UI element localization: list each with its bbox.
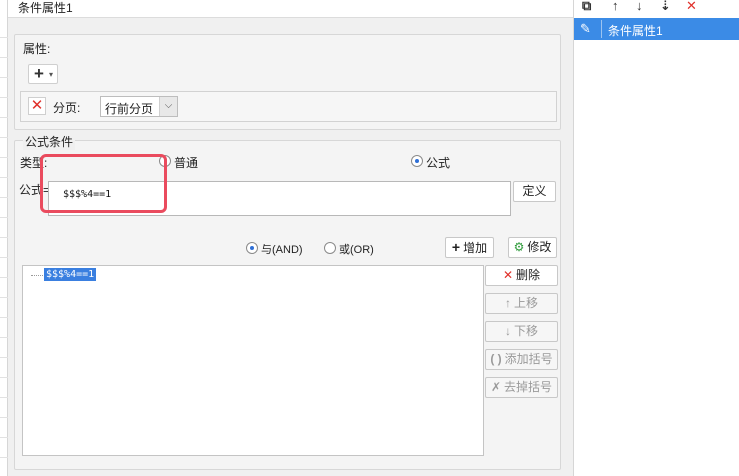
logic-and-label: 与(AND) <box>261 244 303 256</box>
tree-connector <box>31 275 43 276</box>
condition-attribute-dialog: 条件属性1 属性: + ▾ ✕ 分页: 行前分页 ⌵ 公式条件 类型: 普通 公… <box>8 0 573 476</box>
type-normal-label: 普通 <box>174 156 199 170</box>
logic-or-label: 或(OR) <box>339 244 374 256</box>
type-formula-radio[interactable] <box>411 155 423 167</box>
remove-brackets-icon: ✗ <box>490 380 502 394</box>
close-icon: ✕ <box>502 268 514 282</box>
condition-attribute-list-item[interactable]: ✎ 条件属性1 <box>574 18 739 40</box>
annotation-highlight-frame <box>40 154 167 213</box>
condition-list-panel: ⧉ ↑ ↓ ⇣ ✕ ✎ 条件属性1 <box>573 0 739 476</box>
delete-condition-button[interactable]: ✕ 删除 <box>485 265 558 286</box>
remove-brackets-label: 去掉括号 <box>504 380 553 394</box>
spreadsheet-edge <box>0 0 8 476</box>
dialog-title: 条件属性1 <box>18 1 73 15</box>
arrow-down-icon: ↓ <box>504 324 511 338</box>
add-condition-label: 增加 <box>463 241 488 255</box>
page-break-label: 分页: <box>53 101 81 115</box>
add-condition-button[interactable]: + 增加 <box>445 237 494 258</box>
page-break-select-value: 行前分页 <box>105 102 154 116</box>
chevron-down-icon: ▾ <box>49 70 54 79</box>
define-button-label: 定义 <box>522 184 547 198</box>
define-button[interactable]: 定义 <box>513 181 556 202</box>
add-attribute-button[interactable]: + ▾ <box>28 64 58 84</box>
delete-condition-label: 删除 <box>516 268 541 282</box>
remove-brackets-button[interactable]: ✗ 去掉括号 <box>485 377 558 398</box>
attributes-section-label: 属性: <box>23 42 51 56</box>
logic-and-radio[interactable] <box>246 242 258 254</box>
type-formula-label: 公式 <box>426 156 451 170</box>
delete-attribute-icon[interactable]: ✕ <box>28 97 46 115</box>
page-break-select[interactable]: 行前分页 ⌵ <box>100 96 178 117</box>
list-item-separator <box>601 20 602 38</box>
sort-icon[interactable]: ⇣ <box>660 0 671 12</box>
logic-or-radio[interactable] <box>324 242 336 254</box>
condition-list[interactable]: $$$%4==1 <box>22 265 484 456</box>
add-brackets-button[interactable]: ( ) 添加括号 <box>485 349 558 370</box>
dialog-title-bar: 条件属性1 <box>8 0 573 18</box>
brackets-icon: ( ) <box>490 352 502 366</box>
arrow-up-icon: ↑ <box>504 296 511 310</box>
condition-attribute-list-label: 条件属性1 <box>608 24 663 38</box>
move-down-button[interactable]: ↓ 下移 <box>485 321 558 342</box>
page-break-attribute-row: ✕ 分页: 行前分页 ⌵ <box>20 91 557 122</box>
plus-icon: + <box>34 64 44 83</box>
add-brackets-label: 添加括号 <box>504 352 553 366</box>
gear-icon: ⚙ <box>513 240 525 254</box>
modify-condition-label: 修改 <box>527 240 552 254</box>
plus-icon: + <box>451 239 461 255</box>
formula-condition-section-label: 公式条件 <box>23 133 76 150</box>
pencil-icon: ✎ <box>580 21 591 36</box>
delete-icon[interactable]: ✕ <box>686 0 697 12</box>
move-up-icon[interactable]: ↑ <box>612 0 619 12</box>
chevron-down-icon[interactable]: ⌵ <box>159 97 177 116</box>
condition-list-item[interactable]: $$$%4==1 <box>44 268 97 281</box>
copy-icon[interactable]: ⧉ <box>582 0 591 12</box>
move-up-button[interactable]: ↑ 上移 <box>485 293 558 314</box>
move-down-label: 下移 <box>513 324 538 338</box>
modify-condition-button[interactable]: ⚙ 修改 <box>508 237 557 258</box>
move-down-icon[interactable]: ↓ <box>636 0 643 12</box>
move-up-label: 上移 <box>513 296 538 310</box>
